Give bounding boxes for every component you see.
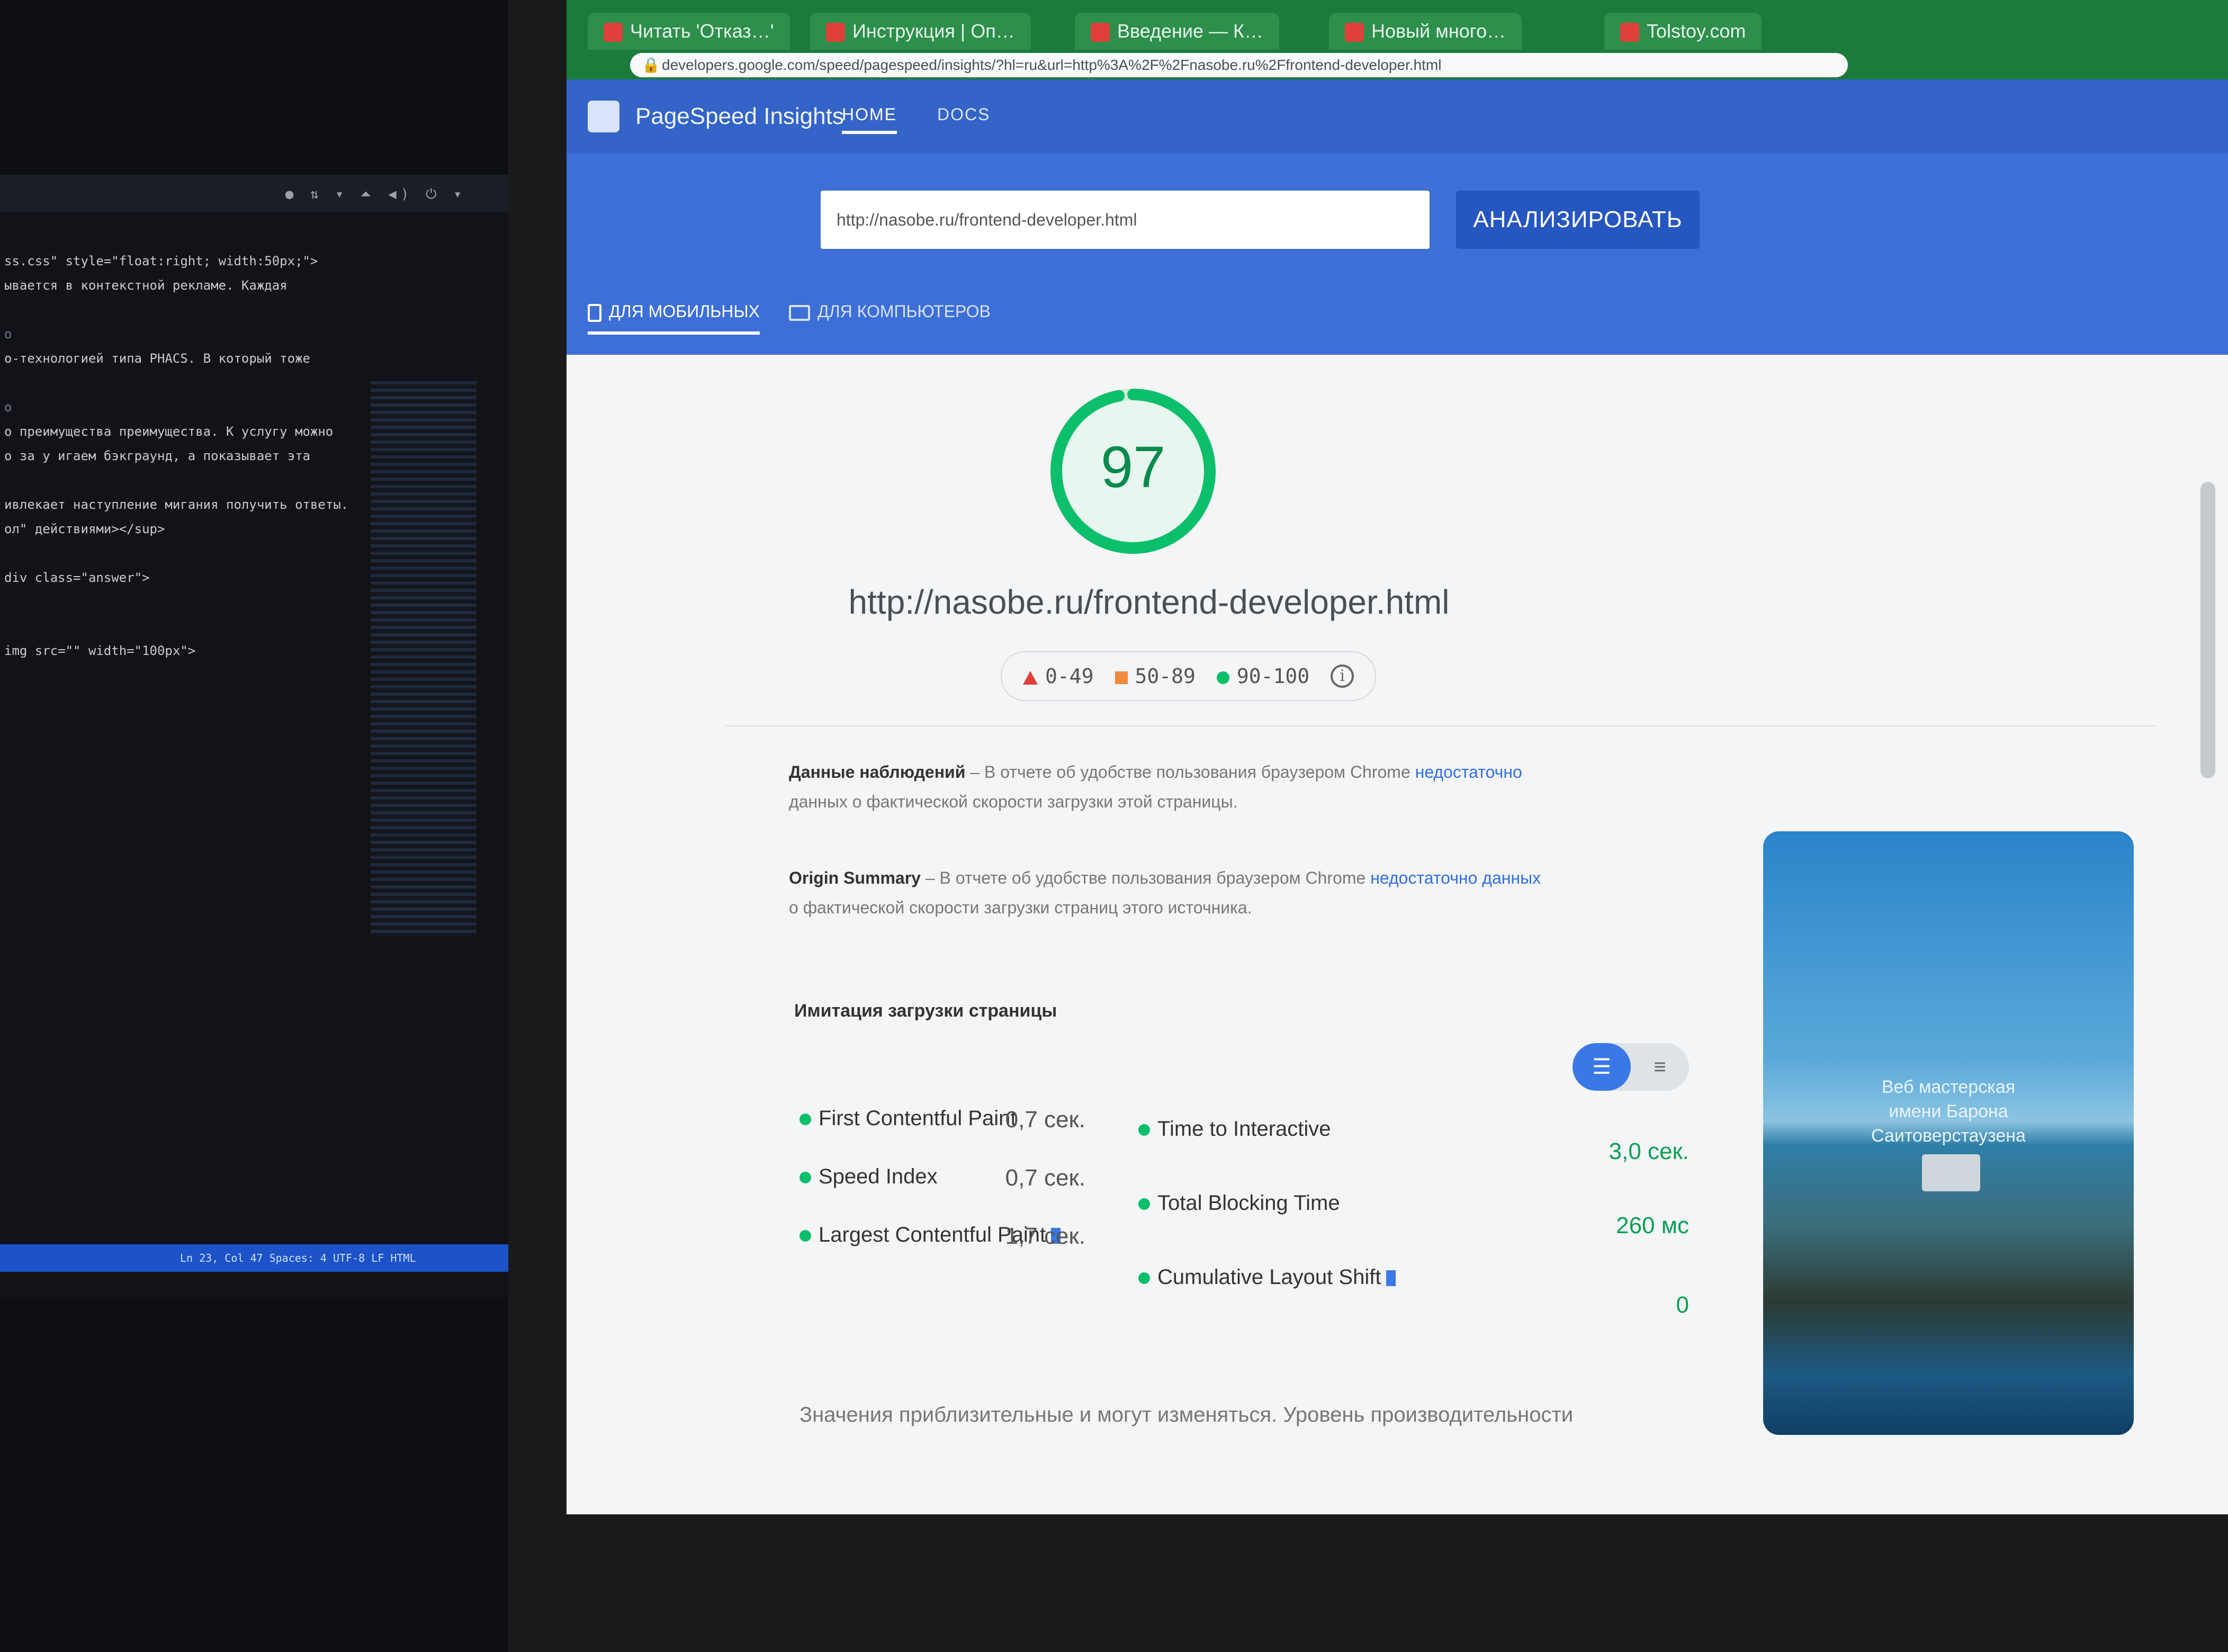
code-editor[interactable]: ss.css" style="float:right; width:50px;"…	[0, 249, 360, 663]
square-icon	[1115, 671, 1128, 684]
page-scrollbar[interactable]	[2200, 482, 2215, 778]
editor-minimap[interactable]	[371, 381, 477, 937]
browser-tab[interactable]: Tolstoy.com	[1604, 13, 1762, 50]
lock-icon: 🔒	[642, 57, 660, 73]
left-monitor: ● ⇅ ▾ ⏶ ◀) ⏻ ▾ ss.css" style="float:righ…	[0, 175, 524, 1297]
metrics-view-toggle[interactable]: ☰ ≡	[1573, 1043, 1689, 1091]
pass-dot-icon	[1138, 1198, 1150, 1210]
origin-summary-text: о фактической скорости загрузки страниц …	[789, 898, 1252, 917]
nav-docs[interactable]: DOCS	[937, 105, 990, 131]
tab-mobile[interactable]: ДЛЯ МОБИЛЬНЫХ	[588, 302, 760, 335]
legend-average: 50-89	[1115, 665, 1196, 688]
pass-dot-icon	[799, 1230, 811, 1242]
nav-home[interactable]: HOME	[842, 105, 897, 134]
tab-favicon-icon	[1345, 23, 1364, 42]
code-line[interactable]	[0, 590, 360, 614]
origin-summary-block: Origin Summary – В отчете об удобстве по…	[789, 868, 1541, 917]
tab-favicon-icon	[1620, 23, 1639, 42]
code-line[interactable]: o-технологией типа PHACS. В который тоже	[0, 346, 360, 371]
metric-tbt-value: 260 мс	[1616, 1213, 1689, 1238]
lab-disclaimer: Значения приблизительные и могут изменят…	[799, 1403, 1574, 1426]
metric-tbt: Total Blocking Time	[1138, 1191, 1340, 1215]
page-screenshot-preview: Веб мастерская имени Барона Саитоверстау…	[1763, 831, 2134, 1435]
laptop-icon	[1922, 1154, 1980, 1191]
divider	[725, 725, 2155, 726]
metric-fcp-value: 0,7 сек.	[1005, 1107, 1085, 1133]
score-legend: 0-49 50-89 90-100 i	[1001, 651, 1377, 701]
circle-icon	[1216, 671, 1229, 684]
tab-favicon-icon	[826, 23, 845, 42]
system-tray[interactable]: ● ⇅ ▾ ⏶ ◀) ⏻ ▾	[285, 186, 466, 203]
psi-report: 97 http://nasobe.ru/frontend-developer.h…	[567, 355, 2228, 1514]
metric-cls-value: 0	[1676, 1292, 1689, 1318]
psi-header: PageSpeed Insights HOME DOCS http://naso…	[567, 79, 2228, 355]
score-value: 97	[1101, 435, 1165, 500]
url-input[interactable]: http://nasobe.ru/frontend-developer.html	[821, 191, 1430, 249]
code-line[interactable]	[0, 298, 360, 322]
browser-tab[interactable]: Новый много…	[1329, 13, 1522, 50]
code-line[interactable]: ss.css" style="float:right; width:50px;"…	[0, 249, 360, 273]
triangle-icon	[1023, 670, 1038, 685]
code-line[interactable]: ол" действиями></sup>	[0, 517, 360, 541]
right-monitor-screen: Читать 'Отказ…' Инструкция | Оп… Введени…	[567, 0, 2228, 1514]
pass-dot-icon	[1138, 1124, 1150, 1136]
psi-logo-icon	[588, 101, 619, 132]
origin-summary-link[interactable]: недостаточно данных	[1370, 868, 1541, 887]
origin-summary-title: Origin Summary	[789, 868, 921, 887]
metric-tti-value: 3,0 сек.	[1609, 1138, 1689, 1164]
compact-view-icon[interactable]: ☰	[1573, 1043, 1631, 1091]
field-data-text: данных о фактической скорости загрузки э…	[789, 792, 1238, 811]
code-line[interactable]: о	[0, 395, 360, 419]
metric-cls: Cumulative Layout Shift	[1138, 1265, 1396, 1289]
field-data-title: Данные наблюдений	[789, 762, 966, 782]
psi-title: PageSpeed Insights	[635, 103, 844, 129]
address-text: developers.google.com/speed/pagespeed/in…	[662, 57, 1442, 73]
browser-tab-strip: Читать 'Отказ…' Инструкция | Оп… Введени…	[567, 0, 2228, 79]
lab-data-title: Имитация загрузки страницы	[794, 1001, 1057, 1021]
psi-app-bar: PageSpeed Insights HOME DOCS	[567, 79, 2228, 154]
browser-tab[interactable]: Читать 'Отказ…'	[588, 13, 790, 50]
browser-tab[interactable]: Введение — К…	[1075, 13, 1279, 50]
code-line[interactable]	[0, 371, 360, 395]
phone-icon	[588, 303, 601, 322]
browser-tab[interactable]: Инструкция | Оп…	[810, 13, 1031, 50]
analyze-button[interactable]: АНАЛИЗИРОВАТЬ	[1456, 191, 1700, 249]
tested-url: http://nasobe.ru/frontend-developer.html	[848, 583, 1450, 621]
code-line[interactable]: img src="" width="100px">	[0, 639, 360, 663]
metric-tti: Time to Interactive	[1138, 1117, 1331, 1141]
code-line[interactable]	[0, 541, 360, 565]
editor-status-bar: Ln 23, Col 47 Spaces: 4 UTF-8 LF HTML	[0, 1244, 508, 1272]
bookmark-icon	[1386, 1270, 1396, 1287]
pass-dot-icon	[799, 1172, 811, 1184]
code-line[interactable]: о преимущества преимущества. К услугу мо…	[0, 419, 360, 444]
field-data-block: Данные наблюдений – В отчете об удобстве…	[789, 762, 1522, 811]
editor-top-bar: ● ⇅ ▾ ⏶ ◀) ⏻ ▾	[0, 175, 508, 212]
info-icon[interactable]: i	[1331, 665, 1354, 688]
monitor-icon	[789, 304, 810, 321]
code-line[interactable]	[0, 614, 360, 639]
code-line[interactable]: о	[0, 322, 360, 346]
tab-desktop[interactable]: ДЛЯ КОМПЬЮТЕРОВ	[789, 302, 991, 331]
metric-lcp-value: 1,7 сек.	[1005, 1223, 1085, 1249]
legend-pass: 90-100	[1216, 665, 1309, 688]
legend-fail: 0-49	[1023, 665, 1094, 688]
field-data-link[interactable]: недостаточно	[1415, 762, 1522, 782]
code-line[interactable]: ывается в контекстной рекламе. Каждая	[0, 273, 360, 298]
code-line[interactable]: о за у игаем бэкграунд, а показывает эта	[0, 444, 360, 468]
tab-favicon-icon	[1091, 23, 1110, 42]
code-line[interactable]: div class="answer">	[0, 565, 360, 590]
code-line[interactable]: ивлекает наступление мигания получить от…	[0, 492, 360, 517]
metric-speed-index: Speed Index	[799, 1165, 938, 1189]
pass-dot-icon	[1138, 1272, 1150, 1285]
code-line[interactable]	[0, 468, 360, 492]
address-bar[interactable]: 🔒 developers.google.com/speed/pagespeed/…	[630, 53, 1848, 77]
performance-score-gauge: 97	[1050, 389, 1216, 554]
screenshot-caption: Веб мастерская имени Барона Саитоверстау…	[1871, 1077, 2026, 1146]
pass-dot-icon	[799, 1114, 811, 1126]
metric-speed-index-value: 0,7 сек.	[1005, 1165, 1085, 1191]
expanded-view-icon[interactable]: ≡	[1631, 1043, 1689, 1091]
tab-favicon-icon	[604, 23, 623, 42]
